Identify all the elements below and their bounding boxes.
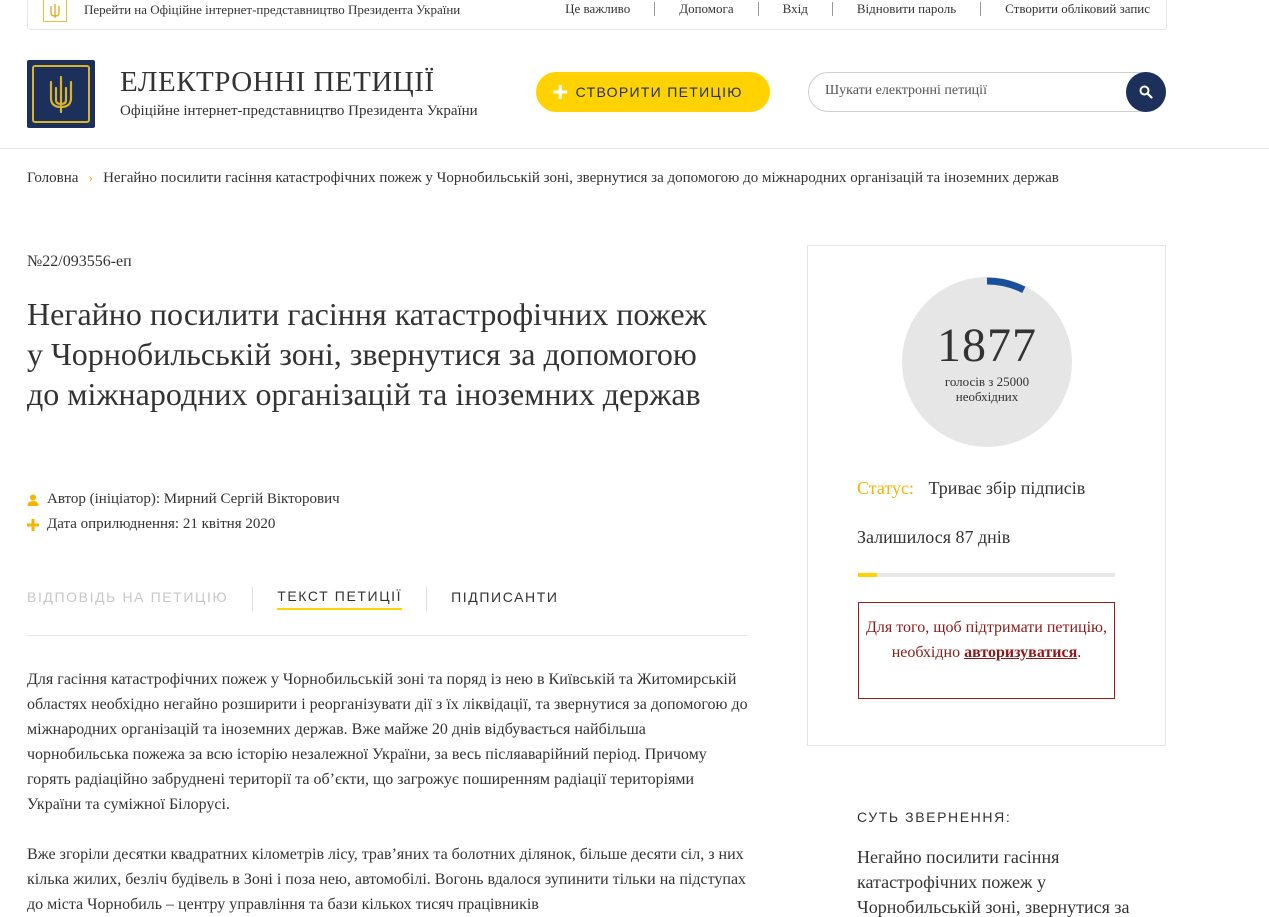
auth-notice-dot: . xyxy=(1077,644,1082,661)
topbar-links: Це важливо Допомога Вхід Відновити парол… xyxy=(541,2,1150,16)
plus-icon: + xyxy=(552,76,570,107)
petition-author: Автор (ініціатор): Мирний Сергій Вікторо… xyxy=(27,491,340,508)
search-icon xyxy=(1139,85,1153,99)
essence-text: Негайно посилити гасіння катастрофічних … xyxy=(857,847,1130,917)
petition-number: №22/093556-еп xyxy=(27,253,132,270)
signature-progress-fill xyxy=(858,573,878,577)
search-button[interactable] xyxy=(1126,72,1166,112)
link-create-account[interactable]: Створити обліковий запис xyxy=(980,2,1150,16)
link-login[interactable]: Вхід xyxy=(757,2,832,16)
site-title[interactable]: ЕЛЕКТРОННІ ПЕТИЦІЇ xyxy=(120,66,435,99)
trident-emblem-icon xyxy=(32,65,90,123)
tab-signers[interactable]: ПІДПИСАНТИ xyxy=(451,589,558,609)
tab-divider xyxy=(252,587,254,611)
site-subtitle: Офіційне інтернет-представництво Президе… xyxy=(120,103,478,119)
user-icon xyxy=(27,494,41,506)
auth-required-notice: Для того, щоб підтримати петицію, необхі… xyxy=(858,602,1115,699)
link-restore-password[interactable]: Відновити пароль xyxy=(831,2,980,16)
signature-progress-bar xyxy=(858,573,1115,577)
petition-status: Статус: Триває збір підписів xyxy=(857,478,1085,499)
tab-divider xyxy=(426,587,428,611)
header-divider xyxy=(0,148,1269,149)
official-site-link[interactable]: Перейти на Офіційне інтернет-представниц… xyxy=(84,2,460,18)
create-petition-button[interactable]: + СТВОРИТИ ПЕТИЦІЮ xyxy=(536,72,770,112)
link-help[interactable]: Допомога xyxy=(654,2,757,16)
petition-title: Негайно посилити гасіння катастрофічних … xyxy=(27,296,707,412)
days-remaining: Залишилося 87 днів xyxy=(857,527,1011,547)
votes-caption-line2: необхідних xyxy=(955,389,1019,404)
top-bar: Перейти на Офіційне інтернет-представниц… xyxy=(27,0,1167,30)
breadcrumb-current: Негайно посилити гасіння катастрофічних … xyxy=(103,170,1059,186)
link-important[interactable]: Це важливо xyxy=(541,2,654,16)
chevron-right-icon: › xyxy=(88,170,94,186)
create-petition-label: СТВОРИТИ ПЕТИЦІЮ xyxy=(575,84,743,100)
breadcrumb: Головна › Негайно посилити гасіння катас… xyxy=(27,170,1059,187)
votes-counter: 1877 голосів з 25000 необхідних xyxy=(901,276,1073,448)
votes-caption-line1: голосів з 25000 xyxy=(944,374,1030,389)
trident-icon[interactable] xyxy=(43,0,67,22)
tab-petition-text[interactable]: ТЕКСТ ПЕТИЦІЇ xyxy=(277,588,403,610)
status-value: Триває збір підписів xyxy=(928,478,1086,498)
essence-heading: СУТЬ ЗВЕРНЕННЯ: xyxy=(857,809,1012,825)
tab-response[interactable]: ВІДПОВІДЬ НА ПЕТИЦІЮ xyxy=(27,589,228,609)
plus-small-icon xyxy=(27,518,41,531)
search-box xyxy=(808,72,1166,112)
body-paragraph: Для гасіння катастрофічних пожеж у Чорно… xyxy=(27,671,748,813)
tabs-underline xyxy=(27,635,747,636)
body-paragraph: Вже згоріли десятки квадратних кілометрі… xyxy=(27,846,747,913)
date-text: Дата оприлюднення: 21 квітня 2020 xyxy=(47,516,276,532)
search-input[interactable] xyxy=(825,83,1125,99)
auth-link[interactable]: авторизуватися xyxy=(964,644,1077,661)
breadcrumb-home[interactable]: Головна xyxy=(27,170,78,187)
petition-body: Для гасіння катастрофічних пожеж у Чорно… xyxy=(27,667,749,917)
votes-caption: голосів з 25000 необхідних xyxy=(901,374,1073,404)
signature-panel: 1877 голосів з 25000 необхідних Статус: … xyxy=(807,245,1166,746)
petition-date: Дата оприлюднення: 21 квітня 2020 xyxy=(27,516,275,533)
status-label: Статус: xyxy=(857,478,914,498)
votes-count: 1877 xyxy=(937,319,1037,372)
author-text: Автор (ініціатор): Мирний Сергій Вікторо… xyxy=(47,491,340,507)
site-logo[interactable] xyxy=(27,60,95,128)
petition-tabs: ВІДПОВІДЬ НА ПЕТИЦІЮ ТЕКСТ ПЕТИЦІЇ ПІДПИ… xyxy=(27,587,559,611)
